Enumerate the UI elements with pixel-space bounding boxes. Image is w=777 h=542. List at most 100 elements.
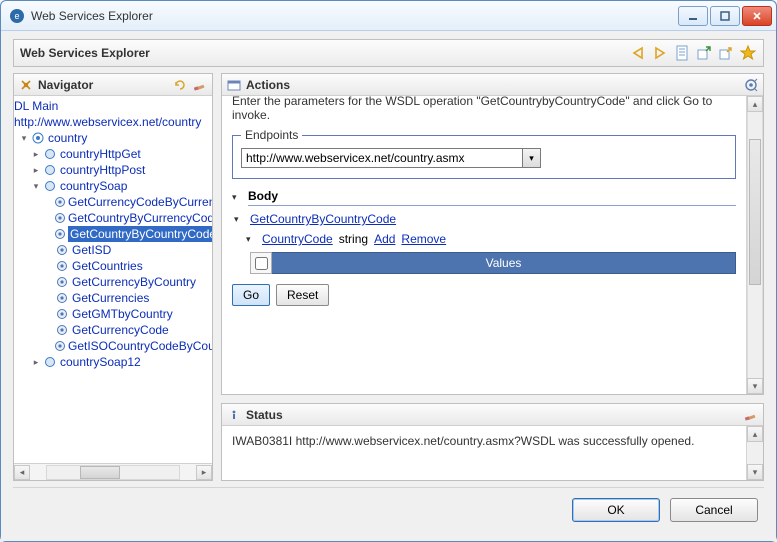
clear-status-icon[interactable] [743, 407, 759, 423]
status-header: Status [222, 404, 763, 426]
dialog-window: e Web Services Explorer Web Services Exp… [0, 0, 777, 542]
param-link[interactable]: CountryCode [262, 232, 333, 246]
port-icon [42, 356, 58, 368]
import-icon[interactable] [695, 44, 713, 62]
forward-icon[interactable] [651, 44, 669, 62]
tree-op-selected[interactable]: GetCountryByCountryCode [68, 226, 212, 242]
tree-op[interactable]: GetCountries [72, 258, 143, 274]
endpoints-fieldset: Endpoints http://www.webservicex.net/cou… [232, 128, 736, 179]
panels: Navigator DL Main http://www.webservicex… [13, 73, 764, 481]
expand-icon[interactable]: ▸ [30, 354, 42, 370]
port-icon [42, 148, 58, 160]
remove-link[interactable]: Remove [401, 232, 446, 246]
tree-op[interactable]: GetISOCountryCodeByCoun [68, 338, 212, 354]
actions-body: Enter the parameters for the WSDL operat… [222, 96, 763, 394]
favorite-icon[interactable] [739, 44, 757, 62]
values-header-row: Values [250, 252, 736, 274]
window-title: Web Services Explorer [31, 9, 678, 23]
tree-port-httpget[interactable]: countryHttpGet [60, 146, 141, 162]
gear-icon [54, 260, 70, 272]
collapse-icon[interactable]: ▾ [246, 234, 256, 245]
status-title: Status [246, 408, 283, 422]
gear-icon [54, 340, 66, 352]
navigator-hscrollbar[interactable]: ◂ ▸ [14, 463, 212, 480]
window-buttons [678, 6, 772, 26]
tree-port-soap[interactable]: countrySoap [60, 178, 127, 194]
navigator-title: Navigator [38, 78, 93, 92]
app-icon: e [9, 8, 25, 24]
scroll-right-icon[interactable]: ▸ [196, 465, 212, 480]
svg-text:e: e [14, 11, 19, 21]
tree-port-soap12[interactable]: countrySoap12 [60, 354, 141, 370]
navigator-body: DL Main http://www.webservicex.net/count… [14, 96, 212, 480]
go-button[interactable]: Go [232, 284, 270, 306]
scroll-down-icon[interactable]: ▾ [747, 464, 763, 480]
values-header: Values [272, 252, 736, 274]
status-message: IWAB0381I http://www.webservicex.net/cou… [222, 426, 746, 456]
service-icon [30, 132, 46, 144]
add-link[interactable]: Add [374, 232, 395, 246]
gear-icon [54, 308, 70, 320]
param-type: string [339, 232, 368, 246]
navigator-icon [18, 77, 34, 93]
clear-icon[interactable] [192, 77, 208, 93]
scroll-down-icon[interactable]: ▾ [747, 378, 763, 394]
expand-icon[interactable]: ▾ [18, 130, 30, 146]
back-icon[interactable] [629, 44, 647, 62]
tree-op[interactable]: GetCurrencies [72, 290, 149, 306]
actions-vscrollbar[interactable]: ▴ ▾ [746, 96, 763, 394]
expand-icon[interactable]: ▾ [30, 178, 42, 194]
ok-button[interactable]: OK [572, 498, 660, 522]
tree-port-httppost[interactable]: countryHttpPost [60, 162, 145, 178]
scroll-left-icon[interactable]: ◂ [14, 465, 30, 480]
tree-url[interactable]: http://www.webservicex.net/country [14, 114, 201, 130]
maximize-button[interactable] [710, 6, 740, 26]
scroll-up-icon[interactable]: ▴ [747, 426, 763, 442]
scroll-thumb[interactable] [80, 466, 120, 479]
collapse-icon[interactable]: ▾ [234, 214, 244, 225]
navigator-header: Navigator [14, 74, 212, 96]
right-stack: Actions Enter the parameters for the WSD… [221, 73, 764, 481]
info-icon [226, 407, 242, 423]
document-icon[interactable] [673, 44, 691, 62]
tree-service[interactable]: country [48, 130, 87, 146]
chevron-down-icon[interactable]: ▾ [522, 149, 540, 167]
tree-op[interactable]: GetGMTbyCountry [72, 306, 173, 322]
gear-icon [54, 196, 66, 208]
tree-op[interactable]: GetCurrencyByCountry [72, 274, 196, 290]
collapse-icon[interactable]: ▾ [232, 192, 242, 203]
export-icon[interactable] [717, 44, 735, 62]
navigator-panel: Navigator DL Main http://www.webservicex… [13, 73, 213, 481]
scroll-thumb[interactable] [749, 139, 761, 285]
close-button[interactable] [742, 6, 772, 26]
status-vscrollbar[interactable]: ▴ ▾ [746, 426, 763, 480]
gear-icon [54, 212, 66, 224]
explorer-title: Web Services Explorer [20, 46, 150, 60]
refresh-icon[interactable] [172, 77, 188, 93]
tree-op[interactable]: GetCountryByCurrencyCod [68, 210, 212, 226]
scroll-up-icon[interactable]: ▴ [747, 96, 763, 112]
cancel-button[interactable]: Cancel [670, 498, 758, 522]
source-icon[interactable] [743, 77, 759, 93]
content-area: Web Services Explorer Navigator [1, 31, 776, 541]
operation-link[interactable]: GetCountryByCountryCode [250, 212, 396, 226]
actions-panel: Actions Enter the parameters for the WSD… [221, 73, 764, 395]
endpoint-select[interactable]: http://www.webservicex.net/country.asmx … [241, 148, 541, 168]
expand-icon[interactable]: ▸ [30, 162, 42, 178]
status-panel: Status IWAB0381I http://www.webservicex.… [221, 403, 764, 481]
tree-op[interactable]: GetCurrencyCodeByCurrenc [68, 194, 212, 210]
expand-icon[interactable]: ▸ [30, 146, 42, 162]
explorer-toolbar: Web Services Explorer [13, 39, 764, 67]
actions-title: Actions [246, 78, 290, 92]
minimize-button[interactable] [678, 6, 708, 26]
gear-icon [54, 324, 70, 336]
reset-button[interactable]: Reset [276, 284, 329, 306]
gear-icon [54, 244, 70, 256]
tree-op[interactable]: GetISD [72, 242, 111, 258]
endpoints-legend: Endpoints [241, 128, 302, 142]
tree-op[interactable]: GetCurrencyCode [72, 322, 169, 338]
values-checkbox[interactable] [255, 257, 268, 270]
endpoint-value: http://www.webservicex.net/country.asmx [242, 151, 522, 165]
navigator-tree[interactable]: DL Main http://www.webservicex.net/count… [14, 98, 212, 370]
tree-root[interactable]: DL Main [14, 98, 58, 114]
